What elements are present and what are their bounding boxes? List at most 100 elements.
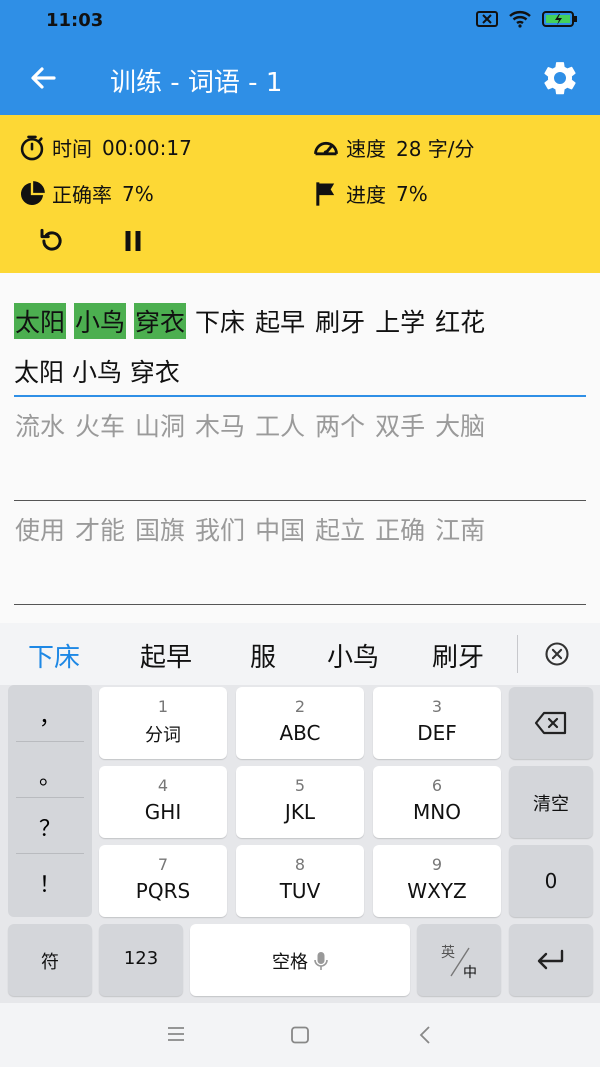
- backspace-icon: [534, 711, 567, 735]
- target-word: 国旗: [135, 516, 186, 545]
- key-number: 3: [431, 697, 443, 716]
- arrow-left-icon: [31, 67, 56, 89]
- progress-label: 进度: [346, 183, 386, 207]
- key-label: JKL: [284, 800, 316, 824]
- menu-icon: [168, 1027, 184, 1041]
- status-bar: 11:03: [0, 0, 600, 42]
- key-label: 0: [544, 869, 558, 893]
- speed-label: 速度: [346, 137, 386, 161]
- lang-zh-label: 中: [463, 965, 477, 981]
- key-3[interactable]: 3 DEF: [373, 687, 501, 759]
- key-label: TUV: [279, 879, 321, 903]
- target-word: 才能: [75, 516, 126, 545]
- target-word: 小鸟: [74, 303, 127, 339]
- key-label: 清空: [533, 794, 569, 815]
- settings-button[interactable]: [540, 58, 580, 98]
- key-2[interactable]: 2 ABC: [236, 687, 364, 759]
- key-label: DEF: [417, 721, 457, 745]
- sim-off-icon: [476, 11, 498, 31]
- enter-icon: [537, 949, 564, 970]
- target-word: 下床: [195, 308, 246, 337]
- key-label: MNO: [413, 800, 461, 824]
- number-mode-key[interactable]: 123: [99, 924, 183, 996]
- pie-chart-icon: [20, 180, 45, 205]
- language-switch-key[interactable]: 英 中: [417, 924, 501, 996]
- key-7[interactable]: 7 PQRS: [99, 845, 227, 917]
- speed-stat: 速度 28 字/分: [312, 133, 475, 162]
- target-line-2: 流水 火车 山洞 木马 工人 两个 双手 大脑: [14, 407, 494, 443]
- gear-icon: [544, 62, 576, 95]
- battery-icon: [542, 10, 578, 32]
- home-square-icon: [291, 1026, 309, 1044]
- punct-key[interactable]: ！: [8, 867, 92, 899]
- target-word: 我们: [195, 516, 246, 545]
- accuracy-stat: 正确率 7%: [18, 179, 154, 208]
- target-word: 穿衣: [134, 303, 187, 339]
- punctuation-column: ， 。 ？ ！: [8, 685, 92, 917]
- key-number: 6: [431, 776, 443, 795]
- home-button[interactable]: [290, 1026, 310, 1048]
- pause-button[interactable]: [113, 221, 153, 261]
- target-word: 江南: [435, 516, 486, 545]
- target-word: 火车: [75, 412, 126, 441]
- key-9[interactable]: 9 WXYZ: [373, 845, 501, 917]
- target-word: 大脑: [435, 412, 486, 441]
- status-time: 11:03: [46, 10, 104, 31]
- key-8[interactable]: 8 TUV: [236, 845, 364, 917]
- menu-button[interactable]: [166, 1025, 186, 1047]
- candidate-item[interactable]: 起早: [140, 637, 192, 674]
- divider: [517, 635, 518, 673]
- divider: [16, 741, 84, 742]
- restart-icon: [40, 228, 62, 251]
- key-label: 分词: [145, 725, 181, 746]
- back-button[interactable]: [24, 58, 64, 98]
- speedometer-icon: [314, 141, 338, 155]
- time-stat: 时间 00:00:17: [18, 133, 192, 162]
- practice-area: 太阳 小鸟 穿衣 下床 起早 刷牙 上学 红花 太阳 小鸟 穿衣 流水 火车 山洞 木马 工人 两个 双手…: [0, 273, 600, 623]
- key-1[interactable]: 1 分词: [99, 687, 227, 759]
- target-word: 起立: [315, 516, 366, 545]
- key-number: 9: [431, 855, 443, 874]
- typing-input[interactable]: 太阳 小鸟 穿衣: [14, 353, 180, 389]
- space-key[interactable]: 空格: [190, 924, 410, 996]
- key-4[interactable]: 4 GHI: [99, 766, 227, 838]
- punct-key[interactable]: 。: [8, 759, 92, 791]
- close-candidates-button[interactable]: [543, 640, 571, 672]
- time-label: 时间: [52, 137, 92, 161]
- flag-icon: [316, 181, 335, 206]
- accuracy-value: 7%: [122, 181, 154, 206]
- target-word: 太阳: [14, 303, 67, 339]
- target-word: 使用: [15, 516, 66, 545]
- enter-key[interactable]: [509, 924, 593, 996]
- key-6[interactable]: 6 MNO: [373, 766, 501, 838]
- page-title: 训练 - 词语 - 1: [110, 68, 283, 98]
- key-label: ABC: [279, 721, 321, 745]
- symbol-key[interactable]: 符: [8, 924, 92, 996]
- candidate-item[interactable]: 服: [250, 637, 276, 674]
- slash-divider: [450, 947, 470, 977]
- candidate-item[interactable]: 小鸟: [327, 637, 379, 674]
- input-underline: [14, 395, 586, 397]
- pause-icon: [125, 231, 141, 251]
- backspace-key[interactable]: [509, 687, 593, 759]
- nav-back-button[interactable]: [418, 1025, 432, 1049]
- clear-key[interactable]: 清空: [509, 766, 593, 838]
- timer-icon: [20, 135, 44, 160]
- candidate-item[interactable]: 刷牙: [432, 637, 484, 674]
- key-number: 1: [157, 697, 169, 716]
- punct-key[interactable]: ？: [8, 811, 92, 843]
- key-5[interactable]: 5 JKL: [236, 766, 364, 838]
- key-0[interactable]: 0: [509, 845, 593, 917]
- key-label: GHI: [144, 800, 182, 824]
- app-bar: 训练 - 词语 - 1: [0, 42, 600, 115]
- key-number: 8: [294, 855, 306, 874]
- candidate-item[interactable]: 下床: [28, 637, 80, 674]
- divider: [16, 797, 84, 798]
- system-nav-bar: [0, 1003, 600, 1067]
- restart-button[interactable]: [32, 221, 72, 261]
- target-word: 流水: [15, 412, 66, 441]
- line-divider: [14, 500, 586, 501]
- target-word: 双手: [375, 412, 426, 441]
- target-word: 红花: [435, 308, 486, 337]
- punct-key[interactable]: ，: [8, 699, 92, 731]
